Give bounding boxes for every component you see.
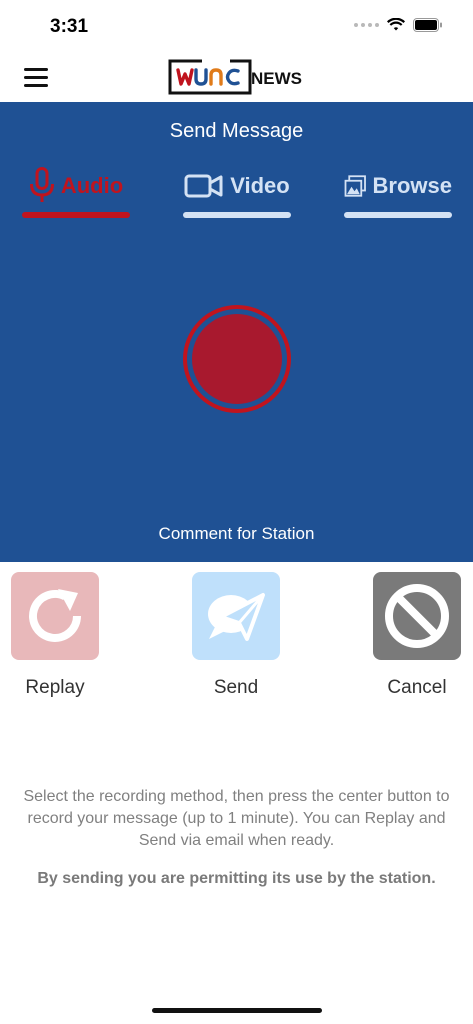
tab-browse-underline [344,212,452,218]
status-icons [354,18,443,32]
status-bar: 3:31 [0,0,473,54]
cancel-button[interactable]: Cancel [362,572,472,699]
microphone-icon [29,167,54,202]
send-icon [208,593,265,641]
tab-video-underline [183,212,291,218]
tab-video-label: Video [230,173,290,198]
tab-audio[interactable]: Audio [22,166,130,218]
instructions-text: Select the recording method, then press … [23,788,450,849]
replay-icon [29,589,81,642]
send-message-panel: Send Message Audio Video Browse Comment … [0,102,473,562]
replay-label: Replay [25,677,85,698]
send-button[interactable]: Send [181,572,291,699]
permission-notice: By sending you are permitting its use by… [37,870,436,887]
wunc-news-logo: NEWS [168,59,302,95]
svg-text:NEWS: NEWS [251,69,302,88]
tab-video[interactable]: Video [183,166,291,218]
status-time: 3:31 [50,16,89,37]
hamburger-menu-icon[interactable] [24,68,48,88]
cellular-signal-icon [354,23,379,27]
home-indicator[interactable] [152,1008,322,1013]
tab-browse-label: Browse [372,173,452,198]
replay-button[interactable]: Replay [0,572,110,699]
comment-for-station-label: Comment for Station [158,524,315,543]
panel-title: Send Message [169,120,304,142]
tab-audio-underline [22,212,130,218]
cancel-icon [385,584,449,648]
send-label: Send [213,677,259,698]
record-button[interactable] [182,304,292,414]
cancel-label: Cancel [387,677,447,698]
wifi-icon [387,18,405,31]
cancel-tile [373,572,461,660]
replay-tile [11,572,99,660]
tab-browse[interactable]: Browse [344,166,452,218]
photo-gallery-icon [344,175,366,197]
battery-icon [413,18,442,32]
send-tile [192,572,280,660]
tab-audio-label: Audio [60,173,124,198]
video-camera-icon [184,174,223,198]
nav-bar: NEWS [0,54,473,102]
